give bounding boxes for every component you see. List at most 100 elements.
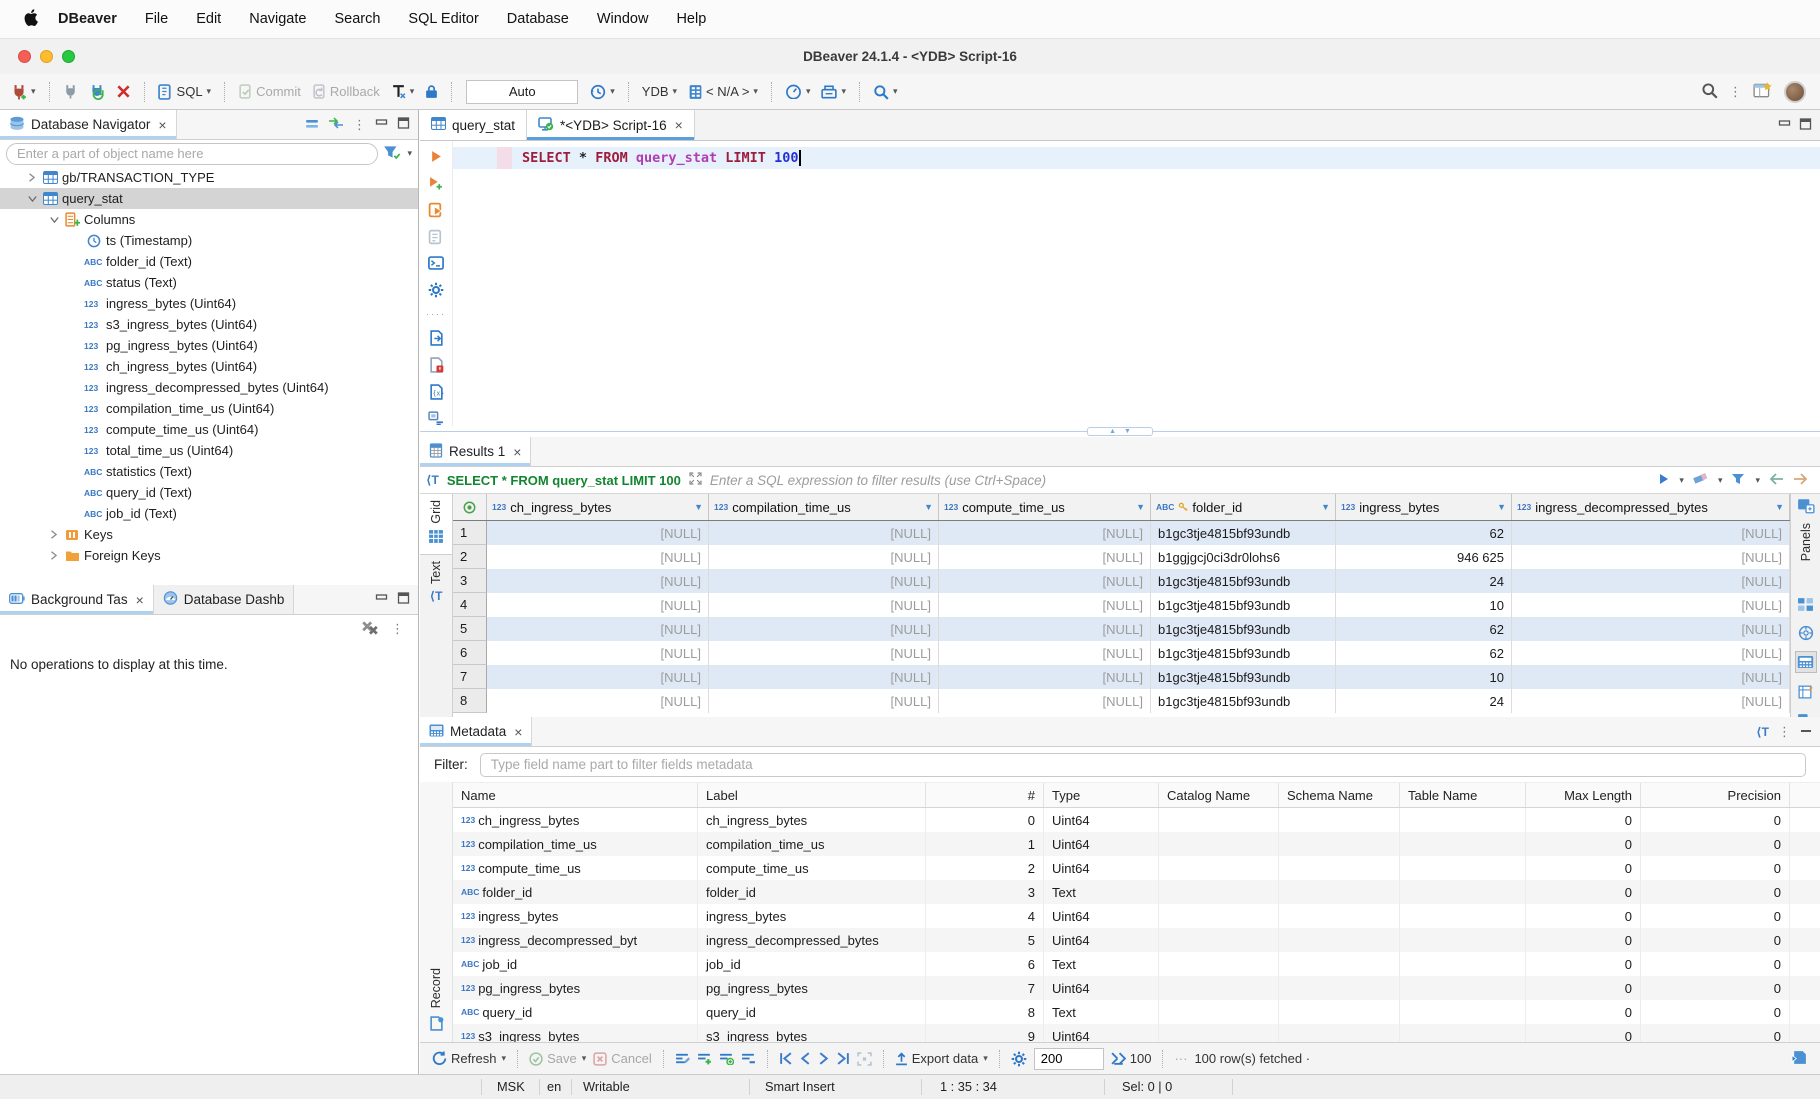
meta-cell[interactable]	[1279, 976, 1400, 1000]
grid-cell[interactable]: 10	[1336, 593, 1512, 617]
grid-cell[interactable]: 62	[1336, 521, 1512, 545]
meta-cell[interactable]: s3_ingress_bytes	[698, 1024, 926, 1042]
grid-cell[interactable]: [NULL]	[939, 689, 1151, 713]
minimize-panel-icon[interactable]	[1800, 724, 1812, 739]
meta-cell[interactable]: 0	[1641, 856, 1790, 880]
transaction-log-button[interactable]: ▾	[388, 79, 418, 105]
meta-cell[interactable]: 0	[1526, 976, 1641, 1000]
row-number-cell[interactable]: 5	[453, 617, 487, 641]
tree-item-statistics-text[interactable]: ABCstatistics (Text)	[0, 461, 418, 482]
add-row-button[interactable]	[697, 1052, 712, 1065]
script-validate-button[interactable]	[427, 357, 445, 373]
meta-cell[interactable]	[1279, 928, 1400, 952]
column-filter-icon[interactable]: ▼	[1321, 502, 1330, 512]
tab-text-presentation[interactable]: Text ⟨T	[420, 555, 452, 610]
meta-name-cell[interactable]: 123compilation_time_us	[453, 832, 698, 856]
meta-cell[interactable]: Uint64	[1044, 1024, 1159, 1042]
metadata-row[interactable]: 123compute_time_uscompute_time_us2Uint64…	[453, 856, 1820, 880]
transaction-history-button[interactable]: ▾	[587, 79, 618, 105]
grid-cell[interactable]: b1ggjgcj0ci3dr0lohs6	[1151, 545, 1336, 569]
object-filter-input[interactable]	[6, 143, 378, 165]
grid-cell[interactable]: [NULL]	[939, 593, 1151, 617]
meta-column-header-name[interactable]: Name	[453, 783, 698, 807]
app-menu[interactable]: DBeaver	[58, 11, 117, 27]
apply-filter-play-icon[interactable]	[1659, 473, 1669, 488]
metadata-row[interactable]: 123pg_ingress_bytespg_ingress_bytes7Uint…	[453, 976, 1820, 1000]
tab-database-navigator[interactable]: Database Navigator ×	[0, 110, 177, 139]
meta-cell[interactable]: ch_ingress_bytes	[698, 808, 926, 832]
grid-cell[interactable]: [NULL]	[709, 569, 939, 593]
column-filter-icon[interactable]: ▼	[1136, 502, 1145, 512]
column-filter-icon[interactable]: ▼	[1497, 502, 1506, 512]
filter-menu-funnel-icon[interactable]	[1731, 473, 1745, 488]
column-header-compute-time-us[interactable]: 123compute_time_us▼	[939, 494, 1151, 520]
grid-cell[interactable]: [NULL]	[487, 569, 709, 593]
tree-item-ts-timestamp[interactable]: ts (Timestamp)	[0, 230, 418, 251]
close-icon[interactable]: ×	[675, 117, 683, 133]
value-text-icon[interactable]: ⟨T	[1756, 725, 1769, 739]
table-row[interactable]: 1[NULL][NULL][NULL]b1gc3tje4815bf93undb6…	[453, 521, 1790, 545]
grid-cell[interactable]: 62	[1336, 641, 1512, 665]
meta-cell[interactable]: Uint64	[1044, 832, 1159, 856]
meta-cell[interactable]: 0	[1526, 832, 1641, 856]
menu-file[interactable]: File	[145, 11, 168, 27]
meta-cell[interactable]: 0	[1641, 880, 1790, 904]
metadata-row[interactable]: 123compilation_time_uscompilation_time_u…	[453, 832, 1820, 856]
meta-cell[interactable]: pg_ingress_bytes	[698, 976, 926, 1000]
sash-collapse-control[interactable]: ▲▼	[1087, 427, 1153, 436]
grid-cell[interactable]: [NULL]	[1512, 545, 1790, 569]
record-mode-icon[interactable]	[429, 1016, 444, 1034]
grid-cell[interactable]: 24	[1336, 569, 1512, 593]
meta-cell[interactable]: 1	[926, 832, 1044, 856]
execute-script-button[interactable]	[427, 202, 445, 218]
meta-cell[interactable]: Text	[1044, 880, 1159, 904]
grid-cell[interactable]: [NULL]	[487, 641, 709, 665]
meta-cell[interactable]	[1400, 952, 1526, 976]
meta-name-cell[interactable]: 123ingress_decompressed_byt	[453, 928, 698, 952]
meta-cell[interactable]: job_id	[698, 952, 926, 976]
view-menu-icon[interactable]: ⋮	[353, 117, 366, 133]
grid-cell[interactable]: [NULL]	[487, 617, 709, 641]
column-header-ch-ingress-bytes[interactable]: 123ch_ingress_bytes▼	[487, 494, 709, 520]
grid-cell[interactable]: [NULL]	[709, 689, 939, 713]
menu-database[interactable]: Database	[507, 11, 569, 27]
tree-item-columns[interactable]: Columns	[0, 209, 418, 230]
toggle-selection-button[interactable]	[857, 1052, 872, 1066]
row-number-cell[interactable]: 1	[453, 521, 487, 545]
meta-name-cell[interactable]: ABCquery_id	[453, 1000, 698, 1024]
meta-cell[interactable]	[1159, 904, 1279, 928]
metadata-menu-icon[interactable]: ⋮	[1778, 724, 1791, 740]
table-row[interactable]: 4[NULL][NULL][NULL]b1gc3tje4815bf93undb1…	[453, 593, 1790, 617]
grid-cell[interactable]: b1gc3tje4815bf93undb	[1151, 617, 1336, 641]
meta-cell[interactable]: 6	[926, 952, 1044, 976]
meta-cell[interactable]	[1400, 1000, 1526, 1024]
reconnect-button[interactable]	[86, 79, 108, 105]
more-status-icon[interactable]: ···	[1174, 1051, 1187, 1066]
grid-cell[interactable]: [NULL]	[1512, 641, 1790, 665]
meta-cell[interactable]	[1400, 832, 1526, 856]
grid-cell[interactable]: [NULL]	[1512, 593, 1790, 617]
table-row[interactable]: 8[NULL][NULL][NULL]b1gc3tje4815bf93undb2…	[453, 689, 1790, 713]
tree-item-ingress-bytes-uint64[interactable]: 123ingress_bytes (Uint64)	[0, 293, 418, 314]
grid-cell[interactable]: 24	[1336, 689, 1512, 713]
tab-query-stat[interactable]: query_stat	[420, 110, 527, 140]
tab-grid-presentation[interactable]: Grid	[420, 494, 452, 555]
tree-item-s3-ingress-bytes-uint64[interactable]: 123s3_ingress_bytes (Uint64)	[0, 314, 418, 335]
filter-history-back-icon[interactable]	[1769, 473, 1784, 488]
meta-cell[interactable]: 0	[1526, 808, 1641, 832]
grid-cell[interactable]: 946 625	[1336, 545, 1512, 569]
chevron-down-icon[interactable]	[46, 216, 62, 224]
collapse-all-icon[interactable]	[305, 117, 319, 132]
tree-item-gb-transaction-type[interactable]: gb/TRANSACTION_TYPE	[0, 167, 418, 188]
rollback-button[interactable]: Rollback	[309, 79, 383, 105]
meta-cell[interactable]	[1279, 904, 1400, 928]
chevron-right-icon[interactable]	[46, 551, 62, 560]
column-filter-icon[interactable]: ▼	[694, 502, 703, 512]
cancel-button[interactable]: Cancel	[593, 1051, 651, 1066]
tree-item-foreign-keys[interactable]: Foreign Keys	[0, 545, 418, 566]
grid-cell[interactable]: [NULL]	[939, 641, 1151, 665]
meta-cell[interactable]: 0	[1526, 904, 1641, 928]
table-row[interactable]: 2[NULL][NULL][NULL]b1ggjgcj0ci3dr0lohs69…	[453, 545, 1790, 569]
minimize-view-icon[interactable]	[1778, 118, 1791, 133]
meta-column-header-catalog-name[interactable]: Catalog Name	[1159, 783, 1279, 807]
